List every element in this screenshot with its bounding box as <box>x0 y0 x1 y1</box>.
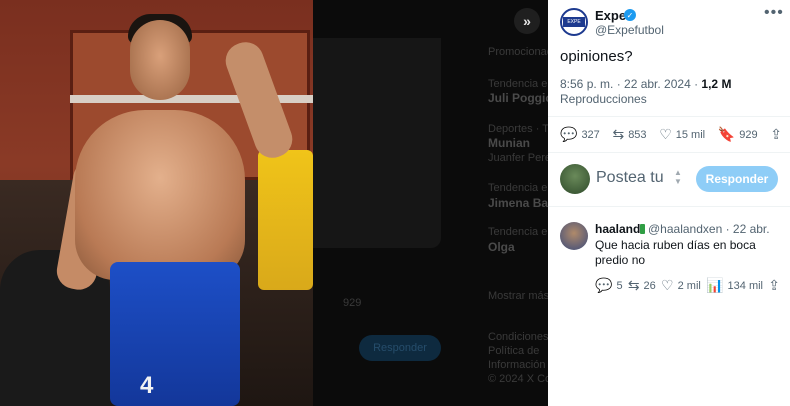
reply-reply-count: 5 <box>616 279 623 292</box>
dim-text: Información <box>488 359 546 371</box>
reply-text: Que hacia ruben días en boca predio no <box>595 238 756 267</box>
reply-actions: 💬 5 ⇆ 26 ♡ 2 mil 📊 134 mil ⇪ <box>595 277 780 294</box>
scroll-arrows-icon: ▲ ▼ <box>674 168 682 186</box>
dim-text: Munian <box>488 136 530 150</box>
retweet-button[interactable]: ⇆ 853 <box>612 126 646 143</box>
reply-icon: 💬 <box>560 126 578 142</box>
divider <box>548 116 790 117</box>
heart-icon: ♡ <box>659 126 672 142</box>
dim-text: Deportes · Tendencia <box>488 123 548 135</box>
blue-shorts <box>110 262 240 406</box>
heart-icon: ♡ <box>661 277 674 293</box>
dim-text: Juli Poggio <box>488 91 548 105</box>
views-label: Reproducciones <box>560 92 647 106</box>
dim-text: Olga <box>488 240 515 254</box>
tweet-text: opiniones? <box>560 48 633 65</box>
reply-input[interactable]: Postea tu <box>596 169 664 187</box>
reply-button[interactable]: 💬 327 <box>560 126 600 143</box>
tweet-panel: EXPE Expe ✓ @Expefutbol ••• opiniones? 8… <box>548 0 790 406</box>
collapse-panel-button[interactable]: » <box>514 8 540 34</box>
dim-text: Jimena Barón <box>488 196 548 210</box>
reply-count: 327 <box>581 128 600 141</box>
tweet-actions: 💬 327 ⇆ 853 ♡ 15 mil 🔖 929 ⇪ <box>560 126 782 143</box>
dim-text: © 2024 X Corp. <box>488 373 548 385</box>
player-head <box>130 20 190 100</box>
like-button[interactable]: ♡ 15 mil <box>659 126 705 143</box>
bookmark-count: 929 <box>739 128 758 141</box>
dimmed-timeline: Promocionado Tendencia en Juli Poggio De… <box>313 0 548 406</box>
dim-text: Mostrar más <box>488 290 548 302</box>
share-icon: ⇪ <box>770 126 782 142</box>
reply-retweet-count: 26 <box>643 279 656 292</box>
reply-like-count: 2 mil <box>677 279 701 292</box>
media-viewer: 4 Promocionado Tendencia en Juli Poggio … <box>0 0 790 406</box>
author-avatar[interactable]: EXPE <box>560 8 588 36</box>
reply-reply-button[interactable]: 💬 5 <box>595 277 623 294</box>
tweet-time[interactable]: 8:56 p. m. · 22 abr. 2024 · <box>560 77 701 91</box>
jersey-number: 4 <box>140 372 154 399</box>
retweet-icon: ⇆ <box>627 277 640 293</box>
tweet-views: 1,2 M <box>701 77 732 91</box>
dimmed-video <box>313 38 441 248</box>
dim-text: Promocionado <box>488 46 548 58</box>
reply-icon: 💬 <box>595 277 613 293</box>
reply-retweet-button[interactable]: ⇆ 26 <box>628 277 656 294</box>
views-chart-icon: 📊 <box>706 277 724 293</box>
chevrons-right-icon: » <box>523 13 531 29</box>
video-frame[interactable]: 4 <box>0 0 313 406</box>
player-torso <box>75 110 245 280</box>
bookmark-button[interactable]: 🔖 929 <box>718 126 758 143</box>
reply-like-button[interactable]: ♡ 2 mil <box>661 277 701 294</box>
reply-views-count: 134 mil <box>727 279 763 292</box>
reply-author-avatar[interactable] <box>560 222 588 250</box>
dim-text: Política de <box>488 345 540 357</box>
dim-text: Tendencia en <box>488 78 548 90</box>
share-button[interactable]: ⇪ <box>770 126 782 143</box>
reply-views-button[interactable]: 📊 134 mil <box>706 277 763 294</box>
retweet-count: 853 <box>628 128 647 141</box>
dim-reply-button: Responder <box>359 335 441 361</box>
reply-submit-button[interactable]: Responder <box>696 166 778 192</box>
divider <box>548 206 790 207</box>
dim-text: Condiciones <box>488 331 548 343</box>
dim-text: Tendencia en <box>488 182 548 194</box>
tweet-meta: 8:56 p. m. · 22 abr. 2024 · 1,2 M <box>560 77 731 91</box>
reply-author-handle[interactable]: @haalandxen · 22 abr. <box>648 222 770 236</box>
dim-like-count: 929 <box>343 297 362 309</box>
like-count: 15 mil <box>675 128 706 141</box>
dim-text: Tendencia en <box>488 226 548 238</box>
share-icon: ⇪ <box>768 277 780 293</box>
yellow-jersey <box>258 150 313 290</box>
reply-author-name[interactable]: haaland <box>595 222 640 236</box>
author-handle[interactable]: @Expefutbol <box>595 23 664 37</box>
author-name[interactable]: Expe <box>595 8 626 23</box>
battery-badge-icon <box>640 224 645 234</box>
dim-text: Juanfer Perez <box>488 152 548 164</box>
reply-share-button[interactable]: ⇪ <box>768 277 780 294</box>
divider <box>548 152 790 153</box>
avatar-logo-text: EXPE <box>563 17 585 27</box>
retweet-icon: ⇆ <box>612 126 625 142</box>
more-options-icon[interactable]: ••• <box>764 4 784 22</box>
user-avatar[interactable] <box>560 164 590 194</box>
bookmark-icon: 🔖 <box>717 126 736 142</box>
verified-badge-icon: ✓ <box>624 9 636 21</box>
